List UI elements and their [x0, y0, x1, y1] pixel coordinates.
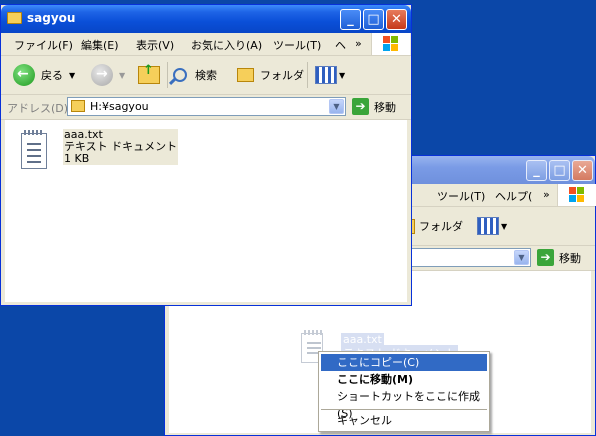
menu-item-move-here[interactable]: ここに移動(M) [321, 371, 487, 388]
menu-item-create-shortcut[interactable]: ショートカットをここに作成(S) [321, 388, 487, 420]
folders-button[interactable]: フォルダ [403, 215, 463, 237]
folders-label: フォルダ [419, 220, 463, 233]
folders-icon [237, 68, 254, 82]
address-dropdown-button[interactable]: ▼ [514, 250, 529, 265]
text-file-icon [21, 130, 47, 169]
menu-tools[interactable]: ツール(T) [273, 37, 321, 53]
file-item[interactable]: aaa.txt テキスト ドキュメント 1 KB [19, 129, 179, 169]
up-folder-icon: ↑ [138, 63, 160, 84]
menu-help[interactable]: ヘルプ( [495, 188, 532, 204]
forward-button[interactable]: → ▼ [91, 64, 125, 86]
minimize-button[interactable]: _ [526, 160, 547, 181]
address-label: アドレス(D) [7, 102, 69, 115]
file-label-block: aaa.txt テキスト ドキュメント 1 KB [63, 129, 179, 165]
chevron-down-icon[interactable]: ▼ [69, 71, 75, 80]
menu-more-chevron[interactable]: » [543, 188, 550, 201]
folder-icon [71, 100, 85, 112]
menu-item-copy-here[interactable]: ここにコピー(C) [321, 354, 487, 371]
windows-logo-icon [371, 33, 410, 55]
windows-logo-icon [557, 184, 596, 206]
up-button[interactable]: ↑ [138, 63, 160, 86]
menu-view[interactable]: 表示(V) [136, 37, 174, 53]
toolbar-separator [307, 62, 308, 88]
chevron-down-icon: ▼ [501, 221, 508, 231]
search-button[interactable]: 検索 [168, 64, 217, 86]
views-button[interactable]: ▼ [315, 64, 345, 86]
search-icon [168, 68, 187, 86]
address-dropdown-button[interactable]: ▼ [329, 99, 344, 114]
folders-label: フォルダ [260, 69, 304, 82]
go-arrow-icon: ➔ [352, 98, 369, 115]
views-button[interactable]: ▼ [477, 215, 507, 237]
menu-help-partial[interactable]: ヘ [335, 37, 346, 53]
go-arrow-icon: ➔ [537, 249, 554, 266]
front-window-titlebar[interactable]: sagyou _ □ ✕ [1, 5, 411, 33]
front-toolbar: ← 戻る ▼ → ▼ ↑ 検索 フォルダ ▼ [1, 56, 411, 95]
close-button[interactable]: ✕ [572, 160, 593, 181]
forward-arrow-icon: → [91, 64, 113, 86]
folder-icon [7, 12, 22, 24]
go-button[interactable]: ➔ 移動 [537, 249, 581, 266]
menu-separator [321, 409, 487, 410]
menu-item-cancel[interactable]: キャンセル [321, 412, 487, 429]
chevron-down-icon: ▼ [339, 70, 346, 80]
window-title: sagyou [27, 11, 76, 25]
go-button[interactable]: ➔ 移動 [352, 98, 396, 115]
close-button[interactable]: ✕ [386, 9, 407, 30]
drag-drop-context-menu: ここにコピー(C) ここに移動(M) ショートカットをここに作成(S) キャンセ… [318, 351, 490, 432]
go-label: 移動 [559, 251, 581, 265]
chevron-down-icon[interactable]: ▼ [119, 71, 125, 80]
go-label: 移動 [374, 100, 396, 114]
file-size: 1 KB [64, 152, 90, 165]
menu-tools[interactable]: ツール(T) [437, 188, 485, 204]
menu-favorites[interactable]: お気に入り(A) [191, 37, 262, 53]
address-field[interactable]: H:¥sagyou ▼ [67, 97, 346, 116]
back-label: 戻る [41, 69, 63, 82]
maximize-button[interactable]: □ [363, 9, 384, 30]
views-icon [315, 66, 337, 84]
menu-edit[interactable]: 編集(E) [81, 37, 119, 53]
search-label: 検索 [195, 69, 217, 82]
minimize-button[interactable]: _ [340, 9, 361, 30]
folders-button[interactable]: フォルダ [237, 64, 304, 86]
front-explorer-window: sagyou _ □ ✕ ファイル(F) 編集(E) 表示(V) お気に入り(A… [0, 4, 412, 306]
front-addressbar: アドレス(D) H:¥sagyou ▼ ➔ 移動 [1, 95, 411, 120]
maximize-button[interactable]: □ [549, 160, 570, 181]
menu-more-chevron[interactable]: » [355, 37, 362, 50]
address-value: H:¥sagyou [90, 100, 149, 113]
views-icon [477, 217, 499, 235]
front-content-area[interactable]: aaa.txt テキスト ドキュメント 1 KB [5, 120, 407, 302]
toolbar-separator [167, 62, 168, 88]
menu-file[interactable]: ファイル(F) [14, 37, 73, 53]
front-menubar: ファイル(F) 編集(E) 表示(V) お気に入り(A) ツール(T) ヘ » [1, 33, 411, 56]
back-arrow-icon: ← [13, 64, 35, 86]
back-button[interactable]: ← 戻る ▼ [13, 64, 75, 86]
